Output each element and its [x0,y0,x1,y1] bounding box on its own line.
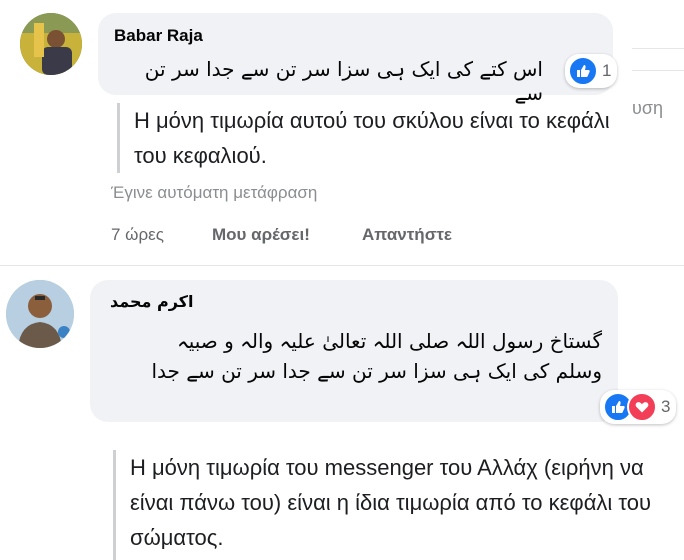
translation-quote: Η μόνη τιμωρία του messenger του Αλλάχ (… [113,450,684,560]
reaction-summary[interactable]: 1 [565,54,618,88]
reaction-summary[interactable]: 3 [600,390,677,424]
like-reaction-icon [568,56,598,86]
comment-text: اس کتے کی ایک ہی سزا سر تن سے جدا سر تن … [144,57,543,105]
comment-separator [0,265,684,266]
like-button[interactable]: Μου αρέσει! [212,225,310,245]
comment-bubble: Babar Raja اس کتے کی ایک ہی سزا سر تن سے… [98,13,613,105]
love-reaction-icon [627,392,657,422]
avatar-photo-icon [20,13,82,75]
comment-author[interactable]: اکرم محمد [110,292,193,311]
avatar[interactable] [6,280,74,348]
reaction-count: 1 [602,61,612,80]
avatar[interactable] [20,13,82,75]
comment-bubble: اکرم محمد گستاخ رسول اللہ صلی اللہ تعالی… [90,280,618,422]
reaction-count: 3 [661,397,671,416]
translation-quote: Η μόνη τιμωρία αυτού του σκύλου είναι το… [117,103,644,173]
avatar-photo-icon [6,280,74,348]
side-divider-top [632,48,684,49]
reply-button[interactable]: Απαντήστε [362,225,452,245]
side-divider-bottom [632,70,684,71]
auto-translated-label[interactable]: Έγινε αυτόματη μετάφραση [111,183,317,203]
comment-author[interactable]: Babar Raja [114,26,203,46]
comment-text: گستاخ رسول اللہ صلی اللہ تعالیٰ علیہ وال… [151,329,602,383]
comment-timestamp[interactable]: 7 ώρες [111,225,164,245]
